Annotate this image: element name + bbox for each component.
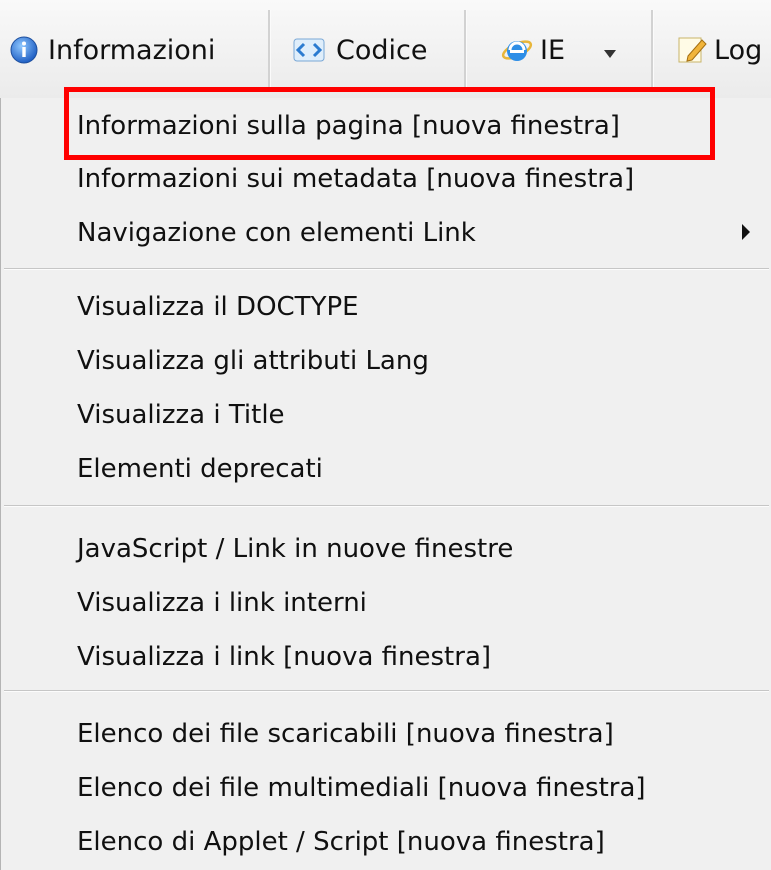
toolbar-separator bbox=[651, 10, 654, 90]
menu-item-doctype[interactable]: Visualizza il DOCTYPE bbox=[1, 280, 771, 334]
menu-separator bbox=[4, 268, 769, 270]
menu-item-applet-script[interactable]: Elenco di Applet / Script [nuova finestr… bbox=[1, 815, 771, 869]
menu-item-label: JavaScript / Link in nuove finestre bbox=[77, 534, 514, 564]
menu-item-label: Visualizza i link interni bbox=[77, 588, 367, 618]
menu-item-informazioni-metadata[interactable]: Informazioni sui metadata [nuova finestr… bbox=[1, 152, 771, 206]
informazioni-label: Informazioni bbox=[48, 34, 216, 66]
code-icon bbox=[292, 36, 326, 64]
menu-item-lang[interactable]: Visualizza gli attributi Lang bbox=[1, 334, 771, 388]
menu-item-link-interni[interactable]: Visualizza i link interni bbox=[1, 576, 771, 630]
menu-item-title[interactable]: Visualizza i Title bbox=[1, 388, 771, 442]
info-icon bbox=[10, 36, 38, 64]
menu-item-link-nuova-finestra[interactable]: Visualizza i link [nuova finestra] bbox=[1, 630, 771, 684]
menu-item-label: Visualizza i Title bbox=[77, 400, 285, 430]
submenu-arrow-icon bbox=[742, 224, 750, 240]
menu-item-file-scaricabili[interactable]: Elenco dei file scaricabili [nuova fines… bbox=[1, 707, 771, 761]
menu-item-label: Elementi deprecati bbox=[77, 454, 323, 484]
codice-button[interactable]: Codice bbox=[292, 22, 427, 78]
dropdown-menu: Informazioni sulla pagina [nuova finestr… bbox=[0, 98, 771, 870]
menu-item-navigazione-link[interactable]: Navigazione con elementi Link bbox=[1, 206, 771, 260]
menu-item-label: Visualizza gli attributi Lang bbox=[77, 346, 429, 376]
codice-label: Codice bbox=[336, 34, 428, 66]
menu-item-label: Navigazione con elementi Link bbox=[77, 218, 476, 248]
log-pencil-icon bbox=[676, 34, 708, 66]
ie-icon bbox=[500, 34, 534, 66]
menu-item-label: Elenco di Applet / Script [nuova finestr… bbox=[77, 827, 605, 857]
toolbar-separator bbox=[268, 10, 271, 90]
menu-item-label: Visualizza il DOCTYPE bbox=[77, 292, 359, 322]
menu-separator bbox=[4, 505, 769, 507]
informazioni-button[interactable]: Informazioni bbox=[10, 22, 215, 78]
menu-item-file-multimediali[interactable]: Elenco dei file multimediali [nuova fine… bbox=[1, 761, 771, 815]
ie-label: IE bbox=[540, 34, 566, 66]
menu-item-javascript-link[interactable]: JavaScript / Link in nuove finestre bbox=[1, 522, 771, 576]
menu-item-label: Visualizza i link [nuova finestra] bbox=[77, 642, 492, 672]
toolbar-separator bbox=[464, 10, 467, 90]
highlight-box bbox=[64, 87, 715, 160]
menu-item-deprecati[interactable]: Elementi deprecati bbox=[1, 442, 771, 496]
log-label: Log bbox=[714, 34, 763, 66]
menu-item-label: Elenco dei file scaricabili [nuova fines… bbox=[77, 719, 614, 749]
menu-separator bbox=[4, 690, 769, 692]
chevron-down-icon[interactable] bbox=[603, 35, 617, 66]
menu-item-label: Informazioni sui metadata [nuova finestr… bbox=[77, 164, 635, 194]
toolbar: Informazioni Codice IE Log bbox=[0, 0, 771, 99]
menu-item-label: Elenco dei file multimediali [nuova fine… bbox=[77, 773, 646, 803]
log-button[interactable]: Log bbox=[676, 22, 762, 78]
ie-button[interactable]: IE bbox=[500, 22, 617, 78]
